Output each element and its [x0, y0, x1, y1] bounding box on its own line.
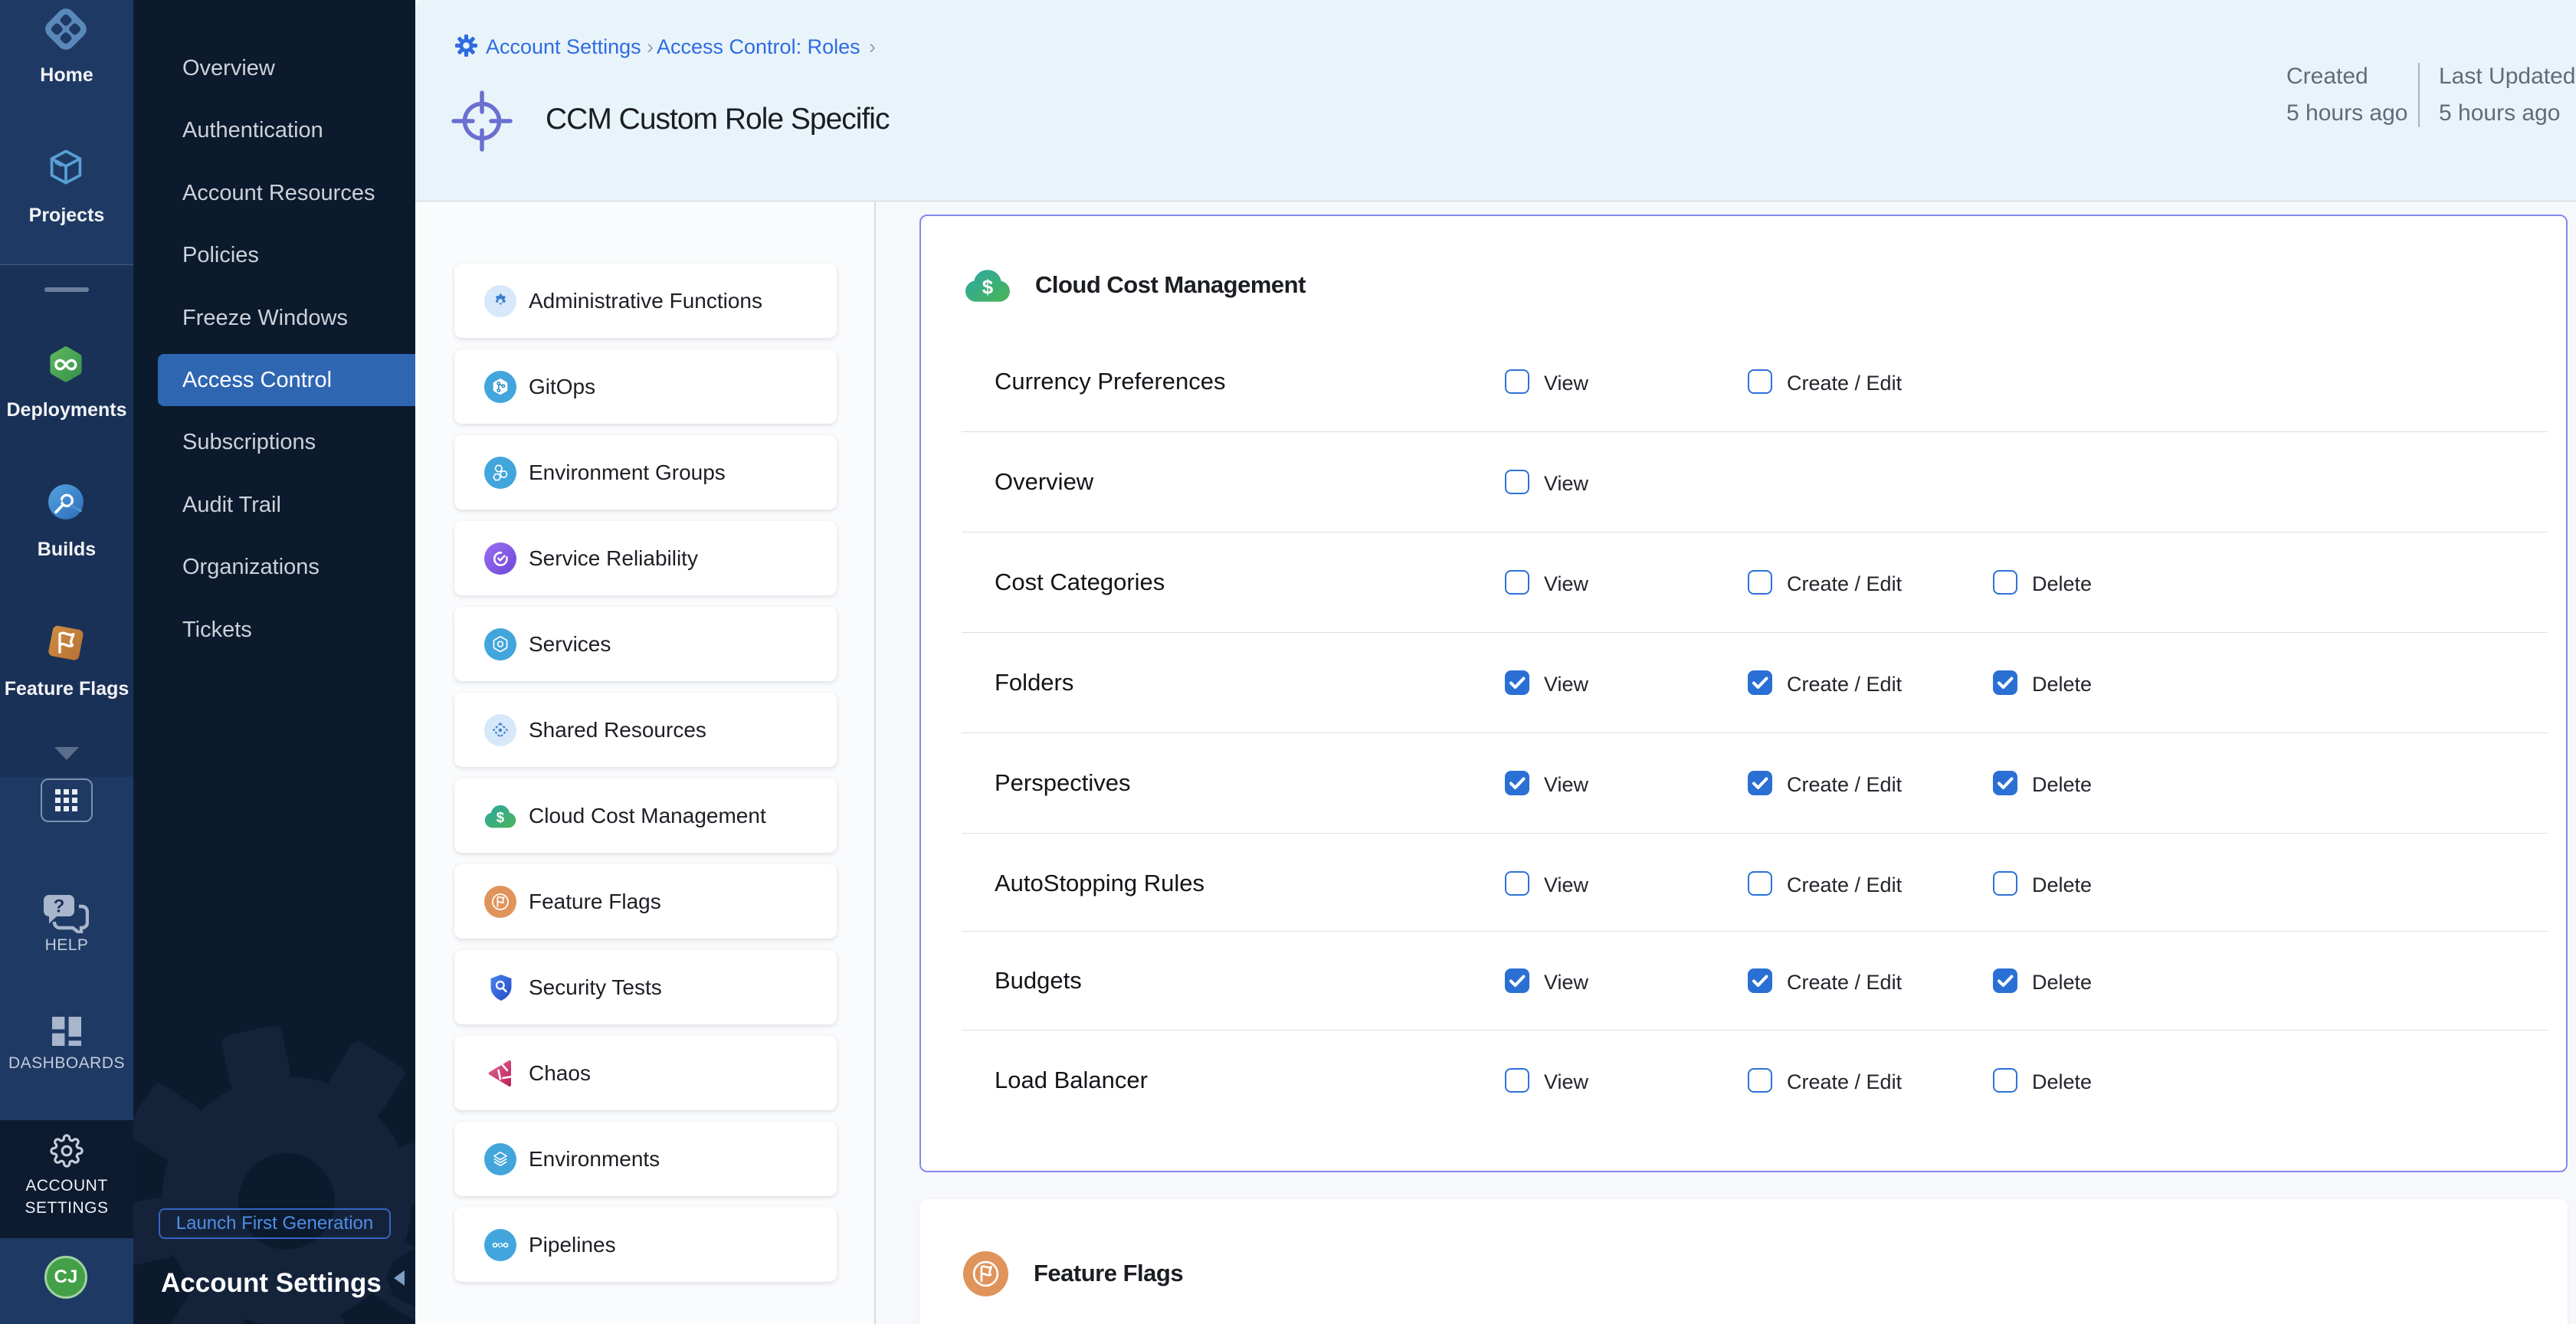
svg-text:?: ?	[54, 896, 65, 917]
svg-text:$: $	[497, 809, 505, 825]
svg-text:$: $	[982, 277, 994, 298]
